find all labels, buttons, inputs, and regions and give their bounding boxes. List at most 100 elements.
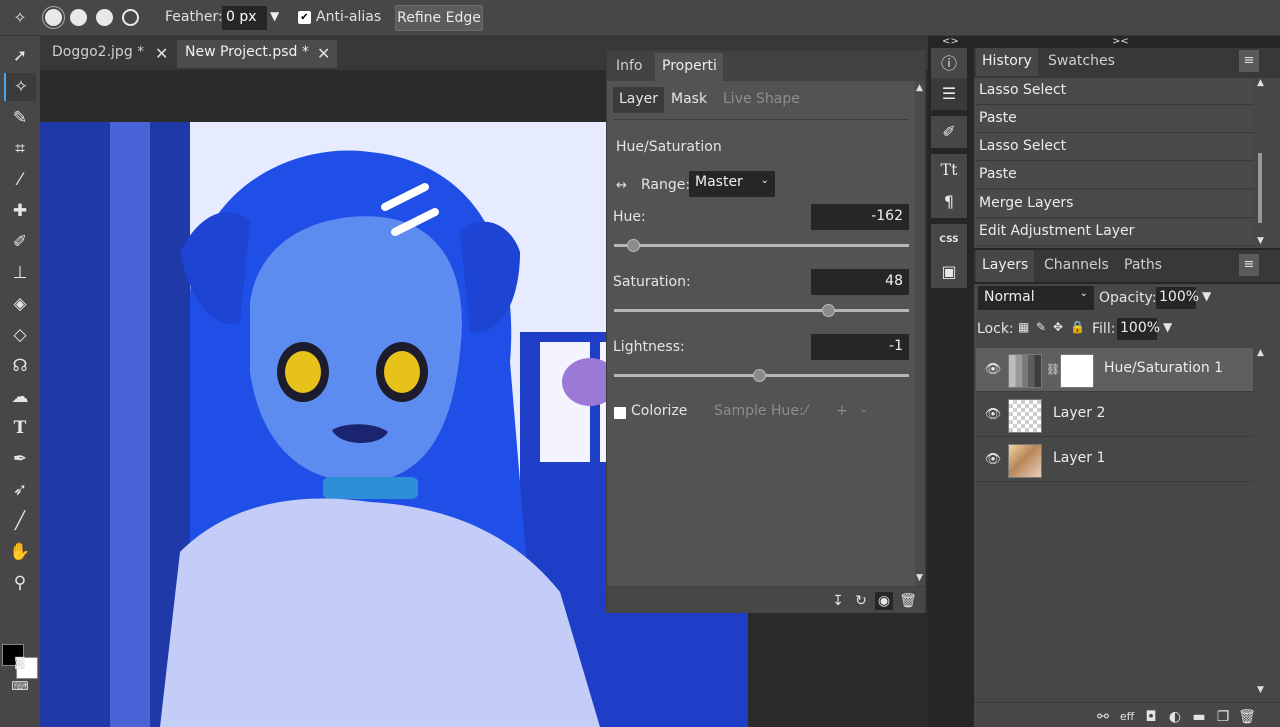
quick-select-icon[interactable]: ✎ — [4, 104, 36, 132]
lock-move-icon[interactable]: ✥ — [1053, 320, 1063, 334]
character-icon[interactable]: Tt — [931, 154, 967, 186]
crop-tool-icon[interactable]: ⌗ — [4, 135, 36, 163]
pen-tool-icon[interactable]: ✒ — [4, 445, 36, 473]
colorize-checkbox[interactable] — [614, 407, 626, 419]
fill-dropdown-icon[interactable]: ▼ — [1163, 320, 1172, 334]
subtab-layer[interactable]: Layer — [613, 87, 665, 113]
antialias-checkbox[interactable]: ✔ — [298, 11, 311, 24]
intersect-selection-icon[interactable] — [122, 9, 139, 26]
blur-tool-icon[interactable]: ☊ — [4, 352, 36, 380]
path-select-icon[interactable]: ➶ — [4, 476, 36, 504]
clip-to-layer-icon[interactable]: ↧ — [829, 592, 847, 610]
layer-row-layer-2[interactable]: 👁 Layer 2 — [976, 393, 1253, 437]
scroll-up-icon[interactable]: ▲ — [1257, 78, 1264, 88]
saturation-slider[interactable] — [614, 304, 909, 317]
scroll-up-icon[interactable]: ▲ — [1257, 348, 1264, 358]
hand-tool-icon[interactable]: ✋ — [4, 538, 36, 566]
eye-icon[interactable]: 👁 — [984, 361, 1002, 379]
scroll-down-icon[interactable]: ▼ — [916, 573, 923, 583]
paint-bucket-icon[interactable]: ◇ — [4, 321, 36, 349]
layer-effects-button[interactable]: eff — [1118, 708, 1136, 726]
subtab-mask[interactable]: Mask — [665, 87, 713, 113]
mask-thumbnail[interactable] — [1060, 354, 1094, 388]
subtract-sample-button[interactable]: - — [861, 403, 866, 419]
history-item[interactable]: Lasso Select — [976, 78, 1254, 105]
link-layers-icon[interactable]: ⚯ — [1094, 708, 1112, 726]
menu-icon[interactable]: ≡ — [1239, 254, 1259, 276]
scroll-down-icon[interactable]: ▼ — [1257, 685, 1264, 695]
lock-all-icon[interactable]: 🔒 — [1070, 320, 1085, 334]
new-layer-icon[interactable]: ❐ — [1214, 708, 1232, 726]
feather-input[interactable]: 0 px — [222, 6, 267, 30]
add-sample-button[interactable]: + — [836, 403, 848, 419]
history-scrollbar[interactable]: ▲ ▼ — [1256, 78, 1266, 248]
layer-row-hue-saturation[interactable]: 👁 ⛓ Hue/Saturation 1 — [976, 348, 1253, 392]
properties-scrollbar[interactable]: ▲ ▼ — [915, 81, 925, 586]
lightness-input[interactable]: -1 — [811, 334, 909, 360]
brush-tool-icon[interactable]: ✐ — [4, 228, 36, 256]
subtract-selection-icon[interactable] — [96, 9, 113, 26]
tab-properties[interactable]: Properti — [655, 53, 723, 81]
history-item[interactable]: Edit Adjustment Layer — [976, 219, 1254, 246]
history-item[interactable]: Paste — [976, 162, 1254, 189]
close-icon[interactable]: ✕ — [317, 44, 330, 63]
lightness-slider-handle[interactable] — [753, 369, 766, 382]
scroll-down-icon[interactable]: ▼ — [1257, 236, 1264, 246]
trash-icon[interactable]: 🗑 — [1238, 708, 1256, 726]
visibility-icon[interactable]: ◉ — [875, 592, 893, 610]
hue-input[interactable]: -162 — [811, 204, 909, 230]
paragraph-icon[interactable]: ¶ — [931, 186, 967, 218]
collapse-button[interactable]: <> — [942, 36, 959, 47]
tab-history[interactable]: History — [976, 48, 1038, 76]
info-icon[interactable]: ⓘ — [931, 48, 967, 80]
tab-swatches[interactable]: Swatches — [1042, 48, 1121, 76]
new-selection-icon[interactable] — [42, 6, 65, 29]
hue-slider-handle[interactable] — [627, 239, 640, 252]
folder-icon[interactable]: ▬ — [1190, 708, 1208, 726]
layers-scrollbar[interactable]: ▲ ▼ — [1256, 348, 1266, 698]
eye-icon[interactable]: 👁 — [984, 406, 1002, 424]
move-tool-icon[interactable]: ➚ — [4, 42, 36, 70]
history-item[interactable]: Paste — [976, 106, 1254, 133]
tab-doggo2[interactable]: Doggo2.jpg * ✕ — [44, 40, 172, 68]
type-tool-icon[interactable]: T — [4, 414, 36, 442]
hue-slider[interactable] — [614, 239, 909, 252]
range-select[interactable]: Master ⌄ — [689, 171, 775, 197]
zoom-tool-icon[interactable]: ⚲ — [4, 569, 36, 597]
tab-channels[interactable]: Channels — [1038, 250, 1115, 278]
healing-brush-icon[interactable]: ✚ — [4, 197, 36, 225]
lock-paint-icon[interactable]: ✎ — [1036, 320, 1046, 334]
lasso-tool-icon[interactable]: ✧ — [10, 8, 30, 28]
feather-dropdown-icon[interactable]: ▼ — [270, 9, 279, 23]
eye-icon[interactable]: 👁 — [984, 451, 1002, 469]
eyedropper-icon[interactable]: ⁄ — [805, 403, 807, 419]
image-icon[interactable]: ▣ — [931, 256, 967, 288]
lock-transparency-icon[interactable]: ▦ — [1018, 320, 1029, 334]
collapse-button[interactable]: >< — [1112, 36, 1129, 47]
brush-settings-icon[interactable]: ✐ — [931, 116, 967, 148]
lasso-tool-icon[interactable]: ✧ — [4, 73, 36, 101]
eyedropper-icon[interactable]: ⁄ — [4, 166, 36, 194]
scroll-thumb[interactable] — [1258, 153, 1262, 223]
history-item[interactable]: Merge Layers — [976, 191, 1254, 218]
saturation-input[interactable]: 48 — [811, 269, 909, 295]
saturation-slider-handle[interactable] — [822, 304, 835, 317]
fill-input[interactable]: 100% — [1117, 318, 1160, 340]
tab-paths[interactable]: Paths — [1118, 250, 1168, 278]
line-tool-icon[interactable]: ╱ — [4, 507, 36, 535]
opacity-input[interactable]: 100% — [1156, 287, 1199, 309]
sponge-tool-icon[interactable]: ☁ — [4, 383, 36, 411]
reset-icon[interactable]: ↻ — [852, 592, 870, 610]
trash-icon[interactable]: 🗑 — [899, 592, 917, 610]
blend-mode-select[interactable]: Normal ⌄ — [978, 286, 1094, 310]
lightness-slider[interactable] — [614, 369, 909, 382]
menu-icon[interactable]: ≡ — [1239, 50, 1259, 72]
tab-info[interactable]: Info — [609, 53, 650, 81]
refine-edge-button[interactable]: Refine Edge — [395, 5, 483, 31]
tab-new-project[interactable]: New Project.psd * ✕ — [177, 40, 337, 68]
close-icon[interactable]: ✕ — [155, 44, 168, 63]
eraser-tool-icon[interactable]: ◈ — [4, 290, 36, 318]
clone-stamp-icon[interactable]: ⊥ — [4, 259, 36, 287]
add-mask-icon[interactable]: ◘ — [1142, 708, 1160, 726]
history-item[interactable]: Lasso Select — [976, 134, 1254, 161]
